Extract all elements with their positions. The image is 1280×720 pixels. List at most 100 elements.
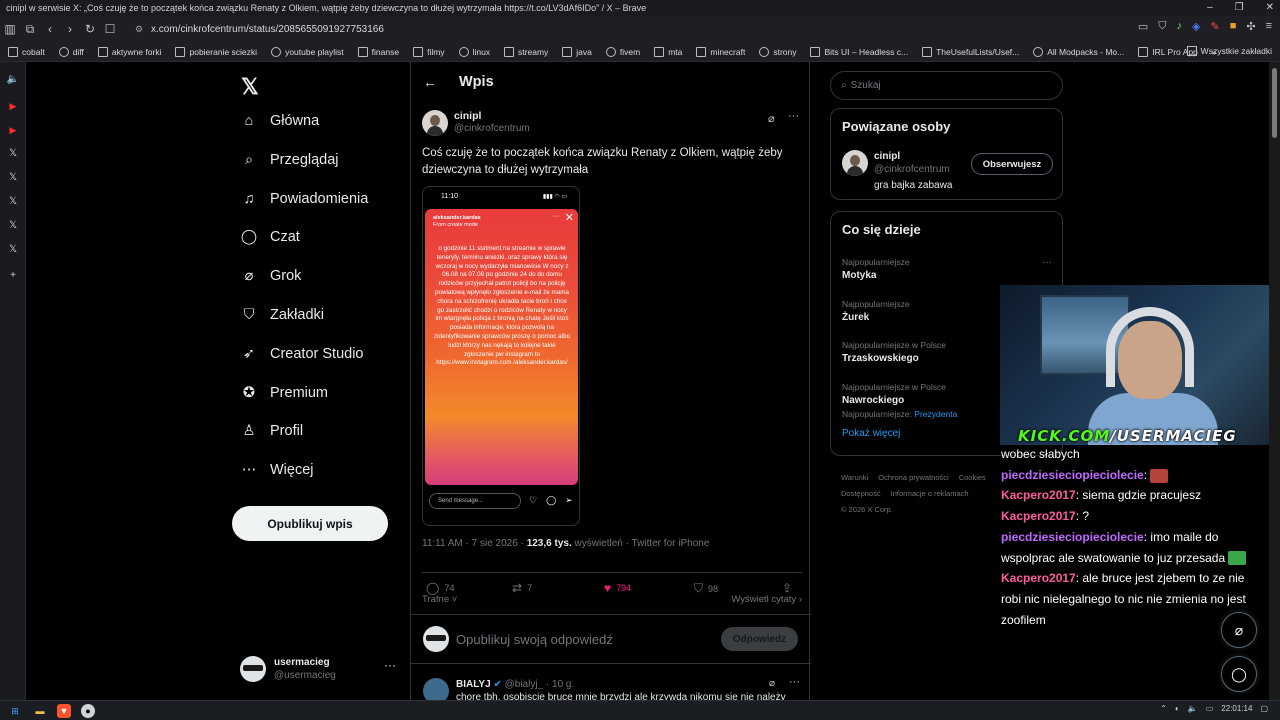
reply-author-name[interactable]: BIALYJ	[456, 679, 491, 690]
nav-item-1[interactable]: ⌕ Przeglądaj	[240, 151, 339, 169]
more-icon[interactable]: ···	[788, 110, 799, 122]
trend-context-link[interactable]: Prezydenta	[914, 409, 957, 419]
folder-icon[interactable]: ▬	[33, 704, 47, 718]
bookmark-item[interactable]: fivem	[605, 46, 640, 57]
x-icon[interactable]: 𝕏	[5, 242, 21, 258]
avatar[interactable]	[423, 678, 449, 700]
page-scrollbar[interactable]	[1269, 62, 1280, 700]
avatar[interactable]	[842, 150, 868, 176]
bookmark-item[interactable]: filmy	[413, 46, 445, 57]
bookmark-item[interactable]: diff	[58, 46, 84, 57]
more-icon[interactable]: ···	[789, 676, 800, 688]
footer-link[interactable]: Ochrona prywatności	[878, 473, 948, 482]
nav-item-9[interactable]: ⋯ Więcej	[240, 461, 314, 479]
messages-floating-button[interactable]: ◯	[1221, 656, 1257, 692]
cast-icon[interactable]: ▭	[1138, 20, 1148, 33]
bookmark-item[interactable]: strony	[759, 46, 796, 57]
nav-item-3[interactable]: ◯ Czat	[240, 228, 300, 246]
youtube-icon[interactable]: ▶	[5, 98, 21, 114]
bookmark-item[interactable]: pobieranie sciezki	[175, 46, 257, 57]
repost-button[interactable]: ⇄ 7	[512, 581, 532, 595]
sidebar-toggle-icon[interactable]: ▥	[0, 22, 20, 36]
x-icon[interactable]: 𝕏	[5, 146, 21, 162]
more-icon[interactable]: ···	[384, 658, 396, 672]
post-button[interactable]: Opublikuj wpis	[232, 506, 388, 541]
bookmark-item[interactable]: cobalt	[8, 46, 45, 57]
x-icon[interactable]: 𝕏	[5, 194, 21, 210]
reply-button[interactable]: ◯ 74	[426, 581, 454, 595]
puzzle-icon[interactable]: ✣	[1246, 20, 1255, 33]
post-time[interactable]: 11:11 AM · 7 sie 2026 ·	[422, 538, 527, 549]
extension-icon[interactable]: ■	[1230, 20, 1237, 33]
nav-item-7[interactable]: ✪ Premium	[240, 384, 328, 402]
battery-icon[interactable]: ▭	[1206, 704, 1214, 713]
back-arrow-icon[interactable]: ←	[423, 74, 437, 90]
nav-item-5[interactable]: ⛉ Zakładki	[240, 306, 324, 324]
reply-input[interactable]: Opublikuj swoją odpowiedź	[456, 632, 613, 647]
tabs-icon[interactable]: ⧉	[20, 22, 40, 37]
bookmark-item[interactable]: java	[562, 46, 592, 57]
show-more-link[interactable]: Pokaż więcej	[842, 428, 900, 439]
grok-floating-button[interactable]: ⌀	[1221, 612, 1257, 648]
bookmark-page-icon[interactable]: ☐	[100, 22, 120, 36]
nav-item-2[interactable]: ♫ Powiadomienia	[240, 190, 369, 208]
address-bar[interactable]: ⚙ x.com/cinkrofcentrum/status/2085655091…	[135, 19, 1075, 39]
grok-icon[interactable]: ⌀	[769, 678, 775, 689]
author-handle[interactable]: @cinkrofcentrum	[454, 123, 530, 134]
bookmark-item[interactable]: All Modpacks - Mo...	[1033, 46, 1124, 57]
footer-link[interactable]: © 2026 X Corp.	[841, 505, 893, 514]
bookmark-item[interactable]: linux	[458, 46, 490, 57]
view-quotes-link[interactable]: Wyświetl cytaty ›	[731, 594, 802, 605]
reply-item[interactable]: BIALYJ ✔ @bialyj_ · 10 g. chore tbh, oso…	[411, 666, 811, 700]
reload-icon[interactable]: ↻	[80, 22, 100, 36]
close-icon[interactable]: ✕	[1266, 0, 1274, 16]
share-button[interactable]: ⇪	[782, 581, 797, 595]
youtube-icon[interactable]: ▶	[5, 122, 21, 138]
trend-item[interactable]: Najpopularniejsze Motyka ···	[842, 257, 1052, 281]
nav-item-4[interactable]: ⌀ Grok	[240, 267, 302, 285]
footer-link[interactable]: Dostępność	[841, 489, 881, 498]
following-button[interactable]: Obserwujesz	[971, 153, 1053, 175]
grok-icon[interactable]: ⌀	[768, 112, 775, 125]
scrollbar-thumb[interactable]	[1272, 68, 1277, 138]
nav-item-0[interactable]: ⌂ Główna	[240, 112, 320, 130]
extension-icon[interactable]: ♪	[1177, 20, 1183, 33]
bookmark-item[interactable]: Bits UI – Headless c...	[810, 46, 908, 57]
maximize-icon[interactable]: ❐	[1235, 0, 1244, 16]
post-image[interactable]: 11:10 ▮▮▮ ◠ ▭ aleksander.kardas From cre…	[422, 186, 580, 526]
reply-submit-button[interactable]: Odpowiedz	[721, 627, 798, 651]
like-button[interactable]: ♥ 794	[604, 581, 631, 595]
avatar[interactable]	[422, 110, 448, 136]
add-icon[interactable]: +	[5, 268, 21, 284]
footer-link[interactable]: Cookies	[959, 473, 986, 482]
url-text[interactable]: x.com/cinkrofcentrum/status/208565509192…	[151, 24, 384, 35]
bookmark-item[interactable]: finanse	[357, 46, 399, 57]
all-bookmarks-folder[interactable]: Wszystkie zakładki	[1186, 46, 1272, 56]
bookmark-item[interactable]: streamy	[504, 46, 548, 57]
bookmark-item[interactable]: youtube playlist	[271, 46, 344, 57]
x-icon[interactable]: 𝕏	[5, 170, 21, 186]
notification-icon[interactable]: ▢	[1260, 704, 1268, 713]
extension-icon[interactable]: ◈	[1192, 20, 1200, 33]
back-icon[interactable]: ‹	[40, 22, 60, 36]
more-icon[interactable]: ···	[1042, 257, 1052, 268]
nav-item-6[interactable]: ➶ Creator Studio	[240, 345, 364, 363]
extension-icon[interactable]: ✎	[1210, 20, 1219, 33]
network-icon[interactable]: ◐	[1175, 704, 1180, 713]
site-info-icon[interactable]: ⚙	[135, 24, 151, 35]
footer-link[interactable]: Warunki	[841, 473, 868, 482]
x-logo-icon[interactable]: 𝕏	[241, 74, 259, 100]
brave-icon[interactable]: ▼	[57, 704, 71, 718]
minimize-icon[interactable]: –	[1207, 0, 1213, 16]
search-input[interactable]: ⌕ Szukaj	[830, 71, 1063, 100]
obs-icon[interactable]: ●	[81, 704, 95, 718]
nav-item-8[interactable]: ♙ Profil	[240, 422, 304, 440]
shield-icon[interactable]: ⛉	[1158, 20, 1166, 33]
related-name[interactable]: cinipl	[874, 151, 900, 162]
menu-icon[interactable]: ≡	[1266, 20, 1272, 33]
clock[interactable]: 22:01:14	[1221, 704, 1252, 713]
sort-dropdown[interactable]: Trafne ˅	[422, 594, 457, 605]
bookmark-item[interactable]: minecraft	[696, 46, 745, 57]
account-switcher[interactable]: usermacieg @usermacieg ···	[240, 654, 400, 684]
bookmark-item[interactable]: mta	[654, 46, 682, 57]
